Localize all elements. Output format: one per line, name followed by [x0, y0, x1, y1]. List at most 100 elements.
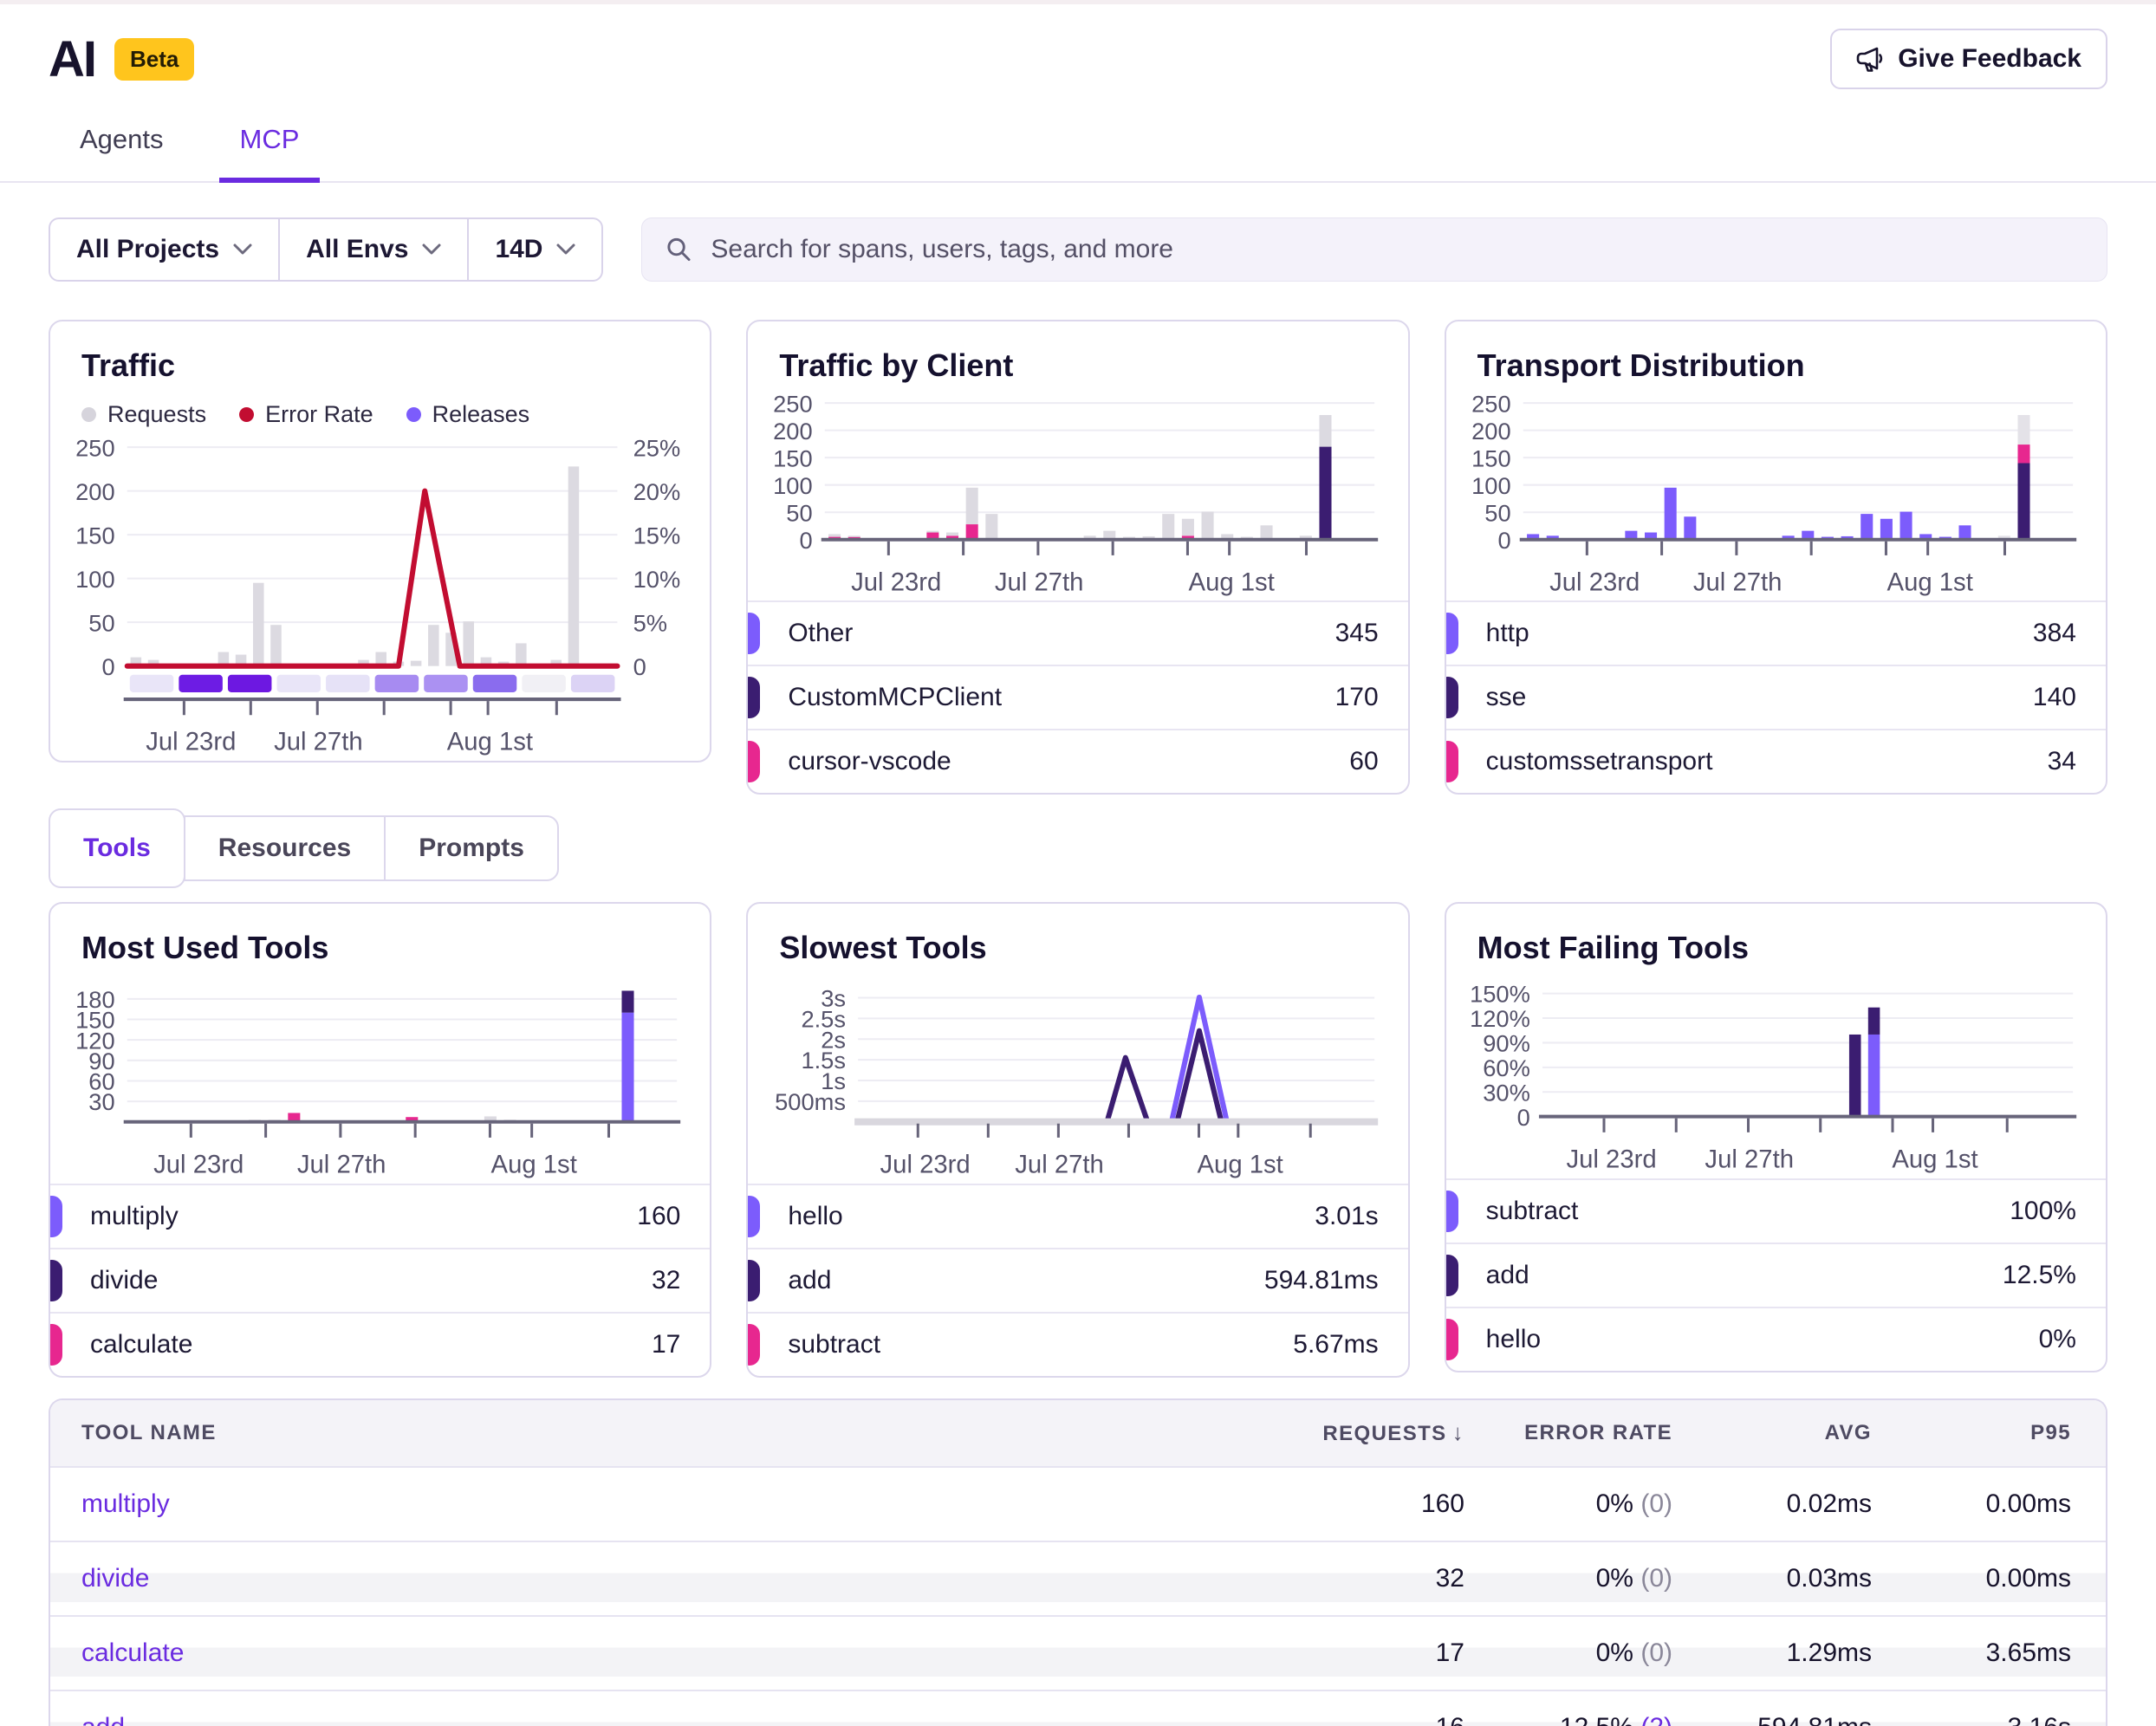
- tool-link[interactable]: add: [81, 1713, 125, 1726]
- search-bar[interactable]: [641, 217, 2107, 282]
- svg-text:Jul 27th: Jul 27th: [297, 1151, 386, 1179]
- traffic-legend: Requests Error Rate Releases: [50, 384, 710, 428]
- svg-text:250: 250: [75, 435, 115, 461]
- chevron-down-icon: [422, 243, 441, 256]
- tool-link[interactable]: multiply: [81, 1489, 170, 1518]
- legend-label: add: [788, 1266, 831, 1295]
- svg-text:Jul 23rd: Jul 23rd: [851, 568, 941, 596]
- traffic-chart: 05010015020025005%10%15%20%25%Jul 23rdJu…: [50, 428, 710, 761]
- legend-label: hello: [788, 1202, 842, 1231]
- slowest-tools-chart: 500ms1s1.5s2s2.5s3sJul 23rdJul 27thAug 1…: [748, 966, 1407, 1183]
- legend-dot-icon: [239, 407, 254, 422]
- legend-label: subtract: [788, 1330, 880, 1359]
- failing-chart-svg: 030%60%90%120%150%Jul 23rdJul 27thAug 1s…: [1458, 973, 2088, 1178]
- legend-swatch: [1445, 741, 1458, 782]
- svg-text:3s: 3s: [821, 985, 847, 1012]
- filter-bar: All Projects All Envs 14D: [49, 217, 2107, 282]
- card-title: Transport Distribution: [1446, 321, 2106, 384]
- legend-value: 12.5%: [2003, 1261, 2076, 1290]
- error-count: (0): [1640, 1489, 1672, 1518]
- legend-swatch: [746, 1324, 760, 1366]
- legend-swatch: [746, 613, 760, 654]
- traffic-by-client-chart: 050100150200250Jul 23rdJul 27thAug 1st: [748, 384, 1407, 600]
- svg-text:150: 150: [75, 522, 115, 548]
- search-input[interactable]: [711, 235, 2084, 264]
- traffic-cards-row: Traffic Requests Error Rate Releases 05010…: [49, 320, 2107, 795]
- svg-text:25%: 25%: [633, 435, 681, 461]
- table-row[interactable]: add1612.5% (2)594.81ms3.16s: [50, 1690, 2106, 1726]
- transport-distribution-chart: 050100150200250Jul 23rdJul 27thAug 1st: [1446, 384, 2106, 600]
- table-row[interactable]: divide320% (0)0.03ms0.00ms: [50, 1541, 2106, 1615]
- legend-value: 32: [652, 1266, 680, 1295]
- svg-text:Jul 23rd: Jul 23rd: [1566, 1145, 1656, 1174]
- tools-cards-row: Most Used Tools 306090120150180Jul 23rdJ…: [49, 902, 2107, 1377]
- legend-value: 3.01s: [1315, 1202, 1378, 1231]
- give-feedback-label: Give Feedback: [1898, 44, 2081, 74]
- column-header-tool-name[interactable]: TOOL NAME: [50, 1421, 1205, 1445]
- tool-link[interactable]: divide: [81, 1564, 149, 1593]
- client-chart-svg: 050100150200250Jul 23rdJul 27thAug 1st: [760, 391, 1390, 600]
- svg-text:Jul 23rd: Jul 23rd: [880, 1151, 971, 1179]
- traffic-chart-svg: 05010015020025005%10%15%20%25%Jul 23rdJu…: [62, 435, 692, 761]
- tab-agents[interactable]: Agents: [59, 110, 185, 181]
- legend-label: http: [1486, 619, 1529, 648]
- tab-resources[interactable]: Resources: [184, 817, 384, 879]
- beta-badge: Beta: [114, 38, 194, 81]
- legend-swatch: [1445, 1319, 1458, 1360]
- tab-tools[interactable]: Tools: [49, 808, 185, 888]
- traffic-legend-item: Releases: [406, 401, 530, 428]
- filter-segmented-control: All Projects All Envs 14D: [49, 217, 603, 282]
- most-failing-tools-chart: 030%60%90%120%150%Jul 23rdJul 27thAug 1s…: [1446, 966, 2106, 1178]
- chevron-down-icon: [556, 243, 575, 256]
- legend-label: cursor-vscode: [788, 747, 951, 776]
- svg-text:Aug 1st: Aug 1st: [1198, 1151, 1283, 1179]
- cell-requests: 32: [1205, 1564, 1464, 1593]
- tab-prompts[interactable]: Prompts: [384, 817, 557, 879]
- svg-text:180: 180: [75, 986, 115, 1013]
- cell-avg: 0.03ms: [1672, 1564, 1872, 1593]
- column-header-p95[interactable]: P95: [1872, 1421, 2106, 1445]
- tab-mcp[interactable]: MCP: [219, 110, 321, 183]
- cell-p95: 3.16s: [1872, 1713, 2106, 1726]
- slowest-chart-svg: 500ms1s1.5s2s2.5s3sJul 23rdJul 27thAug 1…: [760, 973, 1390, 1183]
- legend-dot-icon: [406, 407, 421, 422]
- most-used-legend-list: multiply160divide32calculate17: [50, 1184, 710, 1376]
- svg-text:50: 50: [787, 499, 813, 526]
- table-row[interactable]: multiply1600% (0)0.02ms0.00ms: [50, 1466, 2106, 1541]
- legend-dot-icon: [81, 407, 96, 422]
- svg-text:20%: 20%: [633, 478, 681, 505]
- svg-text:Jul 23rd: Jul 23rd: [153, 1151, 244, 1179]
- column-header-error-rate[interactable]: ERROR RATE: [1464, 1421, 1672, 1445]
- legend-row: divide32: [50, 1248, 710, 1312]
- svg-text:100: 100: [773, 472, 813, 499]
- traffic-by-client-card: Traffic by Client 050100150200250Jul 23r…: [746, 320, 1409, 795]
- svg-text:60%: 60%: [1483, 1054, 1530, 1081]
- svg-text:150: 150: [773, 444, 813, 471]
- cell-tool-name: add: [50, 1713, 1205, 1726]
- megaphone-icon: [1856, 45, 1884, 73]
- svg-text:120%: 120%: [1470, 1006, 1530, 1033]
- table-row[interactable]: calculate170% (0)1.29ms3.65ms: [50, 1615, 2106, 1690]
- legend-row: calculate17: [50, 1312, 710, 1376]
- column-header-requests[interactable]: REQUESTS↓: [1205, 1419, 1464, 1446]
- legend-value: 17: [652, 1330, 680, 1359]
- app-logo: AI: [49, 30, 95, 88]
- cell-avg: 594.81ms: [1672, 1713, 1872, 1726]
- svg-text:90%: 90%: [1483, 1030, 1530, 1057]
- give-feedback-button[interactable]: Give Feedback: [1830, 29, 2107, 89]
- date-range-dropdown[interactable]: 14D: [469, 219, 601, 280]
- tool-link[interactable]: calculate: [81, 1638, 184, 1667]
- column-header-avg[interactable]: AVG: [1672, 1421, 1872, 1445]
- svg-text:150%: 150%: [1470, 981, 1530, 1008]
- project-filter-dropdown[interactable]: All Projects: [50, 219, 280, 280]
- card-title: Traffic: [50, 321, 710, 384]
- legend-value: 60: [1349, 747, 1378, 776]
- slowest-legend-list: hello3.01sadd594.81mssubtract5.67ms: [748, 1184, 1407, 1376]
- traffic-legend-item: Requests: [81, 401, 206, 428]
- cell-avg: 0.02ms: [1672, 1489, 1872, 1519]
- env-filter-dropdown[interactable]: All Envs: [280, 219, 469, 280]
- svg-text:200: 200: [75, 478, 115, 505]
- traffic-legend-item: Error Rate: [239, 401, 373, 428]
- card-title: Most Used Tools: [50, 904, 710, 966]
- legend-label: sse: [1486, 683, 1527, 712]
